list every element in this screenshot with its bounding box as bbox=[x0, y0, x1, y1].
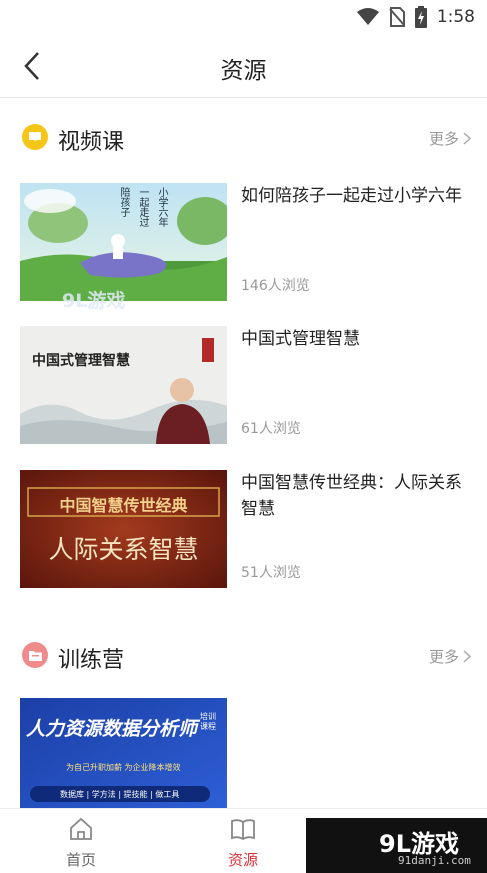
book-open-icon bbox=[231, 819, 255, 841]
video-section-header: 视频课 更多 bbox=[0, 118, 487, 158]
status-bar: 1:58 bbox=[0, 0, 487, 34]
course-title: 中国式管理智慧 bbox=[241, 329, 360, 349]
course-cover-image: 陪孩子 一起走过 小学六年 bbox=[20, 183, 227, 301]
course-item[interactable]: 中国智慧传世经典 人际关系智慧 中国智慧传世经典：人际关系智慧 51人浏览 bbox=[0, 470, 487, 590]
tab-home-label: 首页 bbox=[65, 851, 96, 869]
camp-section-title: 训练营 bbox=[58, 648, 125, 673]
status-time: 1:58 bbox=[436, 7, 475, 27]
cover-text: 陪孩子 bbox=[118, 187, 129, 217]
page-title: 资源 bbox=[220, 58, 267, 84]
cover-text-group: 陪孩子 一起走过 小学六年 bbox=[116, 187, 227, 227]
tab-resources[interactable]: 资源 bbox=[198, 809, 288, 873]
status-icons: 1:58 bbox=[356, 6, 475, 28]
watermark-light: 9L游戏 bbox=[62, 286, 125, 313]
chevron-right-icon bbox=[463, 650, 471, 663]
cover-text: 一起走过 bbox=[137, 187, 148, 227]
video-section-title: 视频课 bbox=[58, 130, 125, 155]
nav-bar: 资源 bbox=[0, 34, 487, 98]
battery-charging-icon bbox=[414, 6, 427, 28]
course-views: 146人浏览 bbox=[241, 278, 310, 294]
course-item[interactable]: 中国式管理智慧 中国式管理智慧 61人浏览 bbox=[0, 326, 487, 446]
camp-more-label: 更多 bbox=[428, 648, 459, 666]
tab-home[interactable]: 首页 bbox=[36, 809, 126, 873]
cover-badge: 培训课程 bbox=[200, 712, 216, 731]
watermark-logo-light: 9L游戏 bbox=[62, 290, 126, 312]
chevron-right-icon bbox=[463, 132, 471, 145]
book-icon bbox=[22, 124, 48, 150]
wifi-icon bbox=[356, 8, 379, 25]
cover-text: 小学六年 bbox=[156, 187, 167, 227]
cover-text: 人际关系智慧 bbox=[48, 535, 199, 564]
cover-text: 中国智慧传世经典 bbox=[59, 496, 188, 515]
watermark-url: 91danji.com bbox=[398, 854, 471, 867]
course-views: 51人浏览 bbox=[241, 565, 301, 581]
camp-more-link[interactable]: 更多 bbox=[429, 646, 471, 667]
cover-text: 中国式管理智慧 bbox=[32, 353, 130, 369]
course-item[interactable]: 陪孩子 一起走过 小学六年 如何陪孩子一起走过小学六年 146人浏览 bbox=[0, 183, 487, 303]
course-cover-image: 中国式管理智慧 bbox=[20, 326, 227, 444]
cover-tags: 数据库 | 学方法 | 提技能 | 做工具 bbox=[60, 790, 180, 799]
course-title: 如何陪孩子一起走过小学六年 bbox=[241, 186, 462, 206]
cover-subtitle: 为自己升职加薪 为企业降本增效 bbox=[66, 763, 181, 772]
tab-resources-label: 资源 bbox=[227, 851, 258, 869]
video-more-link[interactable]: 更多 bbox=[429, 128, 471, 149]
camp-section-header: 训练营 更多 bbox=[0, 636, 487, 676]
video-more-label: 更多 bbox=[428, 130, 459, 148]
no-sim-icon bbox=[389, 7, 405, 27]
course-cover-image: 中国智慧传世经典 人际关系智慧 bbox=[20, 470, 227, 588]
course-title: 中国智慧传世经典：人际关系智慧 bbox=[241, 473, 462, 519]
cover-title: 人力资源数据分析师 bbox=[26, 718, 198, 740]
course-views: 61人浏览 bbox=[241, 421, 301, 437]
home-icon bbox=[70, 817, 92, 840]
camp-cover-image[interactable]: 人力资源数据分析师 培训课程 为自己升职加薪 为企业降本增效 数据库 | 学方法… bbox=[20, 698, 227, 808]
folder-icon bbox=[22, 642, 48, 668]
